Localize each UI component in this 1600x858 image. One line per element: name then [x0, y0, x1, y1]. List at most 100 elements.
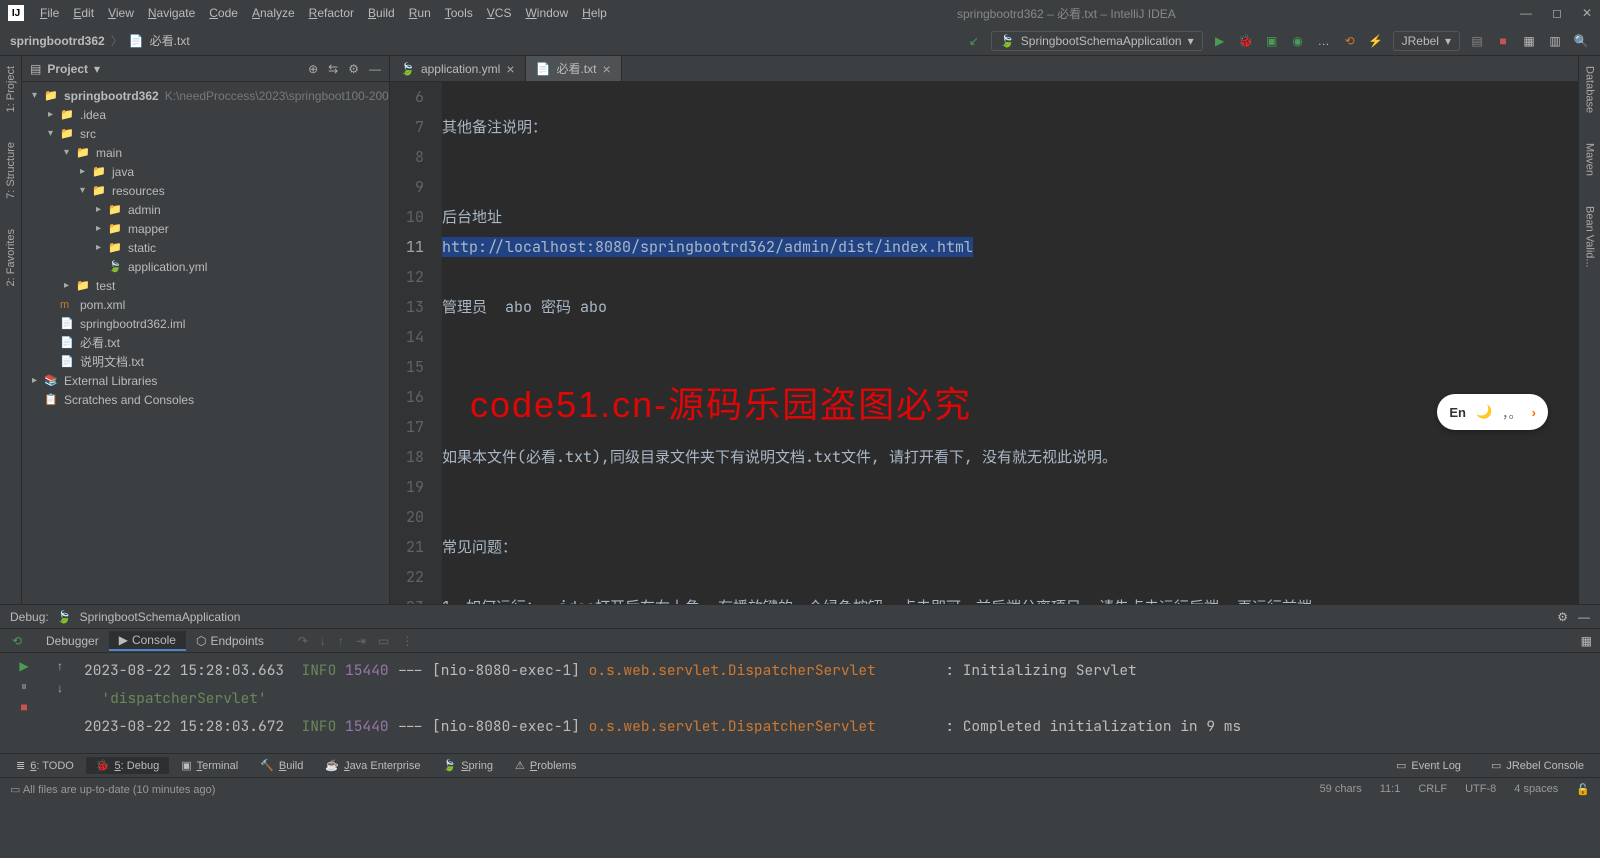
- editor-code[interactable]: 其他备注说明： 后台地址http://localhost:8080/spring…: [442, 82, 1578, 604]
- left-tool-1-project[interactable]: 1: Project: [5, 66, 17, 112]
- tree-static[interactable]: ▸📁static: [26, 238, 389, 257]
- project-tree[interactable]: ▾📁springbootrd362K:\needProccess\2023\sp…: [22, 82, 389, 604]
- breadcrumb-root[interactable]: springbootrd362: [10, 34, 105, 48]
- coverage-icon[interactable]: ▣: [1263, 32, 1281, 50]
- menu-window[interactable]: Window: [519, 4, 574, 22]
- debug-tab-endpoints[interactable]: ⬡Endpoints: [186, 631, 274, 651]
- hide-icon[interactable]: —: [1578, 610, 1590, 624]
- step-into-icon[interactable]: ↓: [320, 634, 326, 648]
- chevron-down-icon[interactable]: ▾: [94, 62, 100, 76]
- resume-icon[interactable]: ▶: [19, 659, 28, 673]
- ime-punct[interactable]: ，。: [1502, 403, 1522, 422]
- menu-view[interactable]: View: [102, 4, 140, 22]
- editor-tab-application-yml[interactable]: 🍃application.yml×: [390, 56, 526, 81]
- tree-resources[interactable]: ▾📁resources: [26, 181, 389, 200]
- down-arrow-icon[interactable]: ↓: [57, 681, 63, 695]
- status-indicator[interactable]: 4 spaces: [1514, 783, 1558, 796]
- tree-test[interactable]: ▸📁test: [26, 276, 389, 295]
- project-structure-icon[interactable]: ▥: [1546, 32, 1564, 50]
- menu-file[interactable]: File: [34, 4, 65, 22]
- moon-icon[interactable]: 🌙: [1476, 404, 1492, 420]
- bottom-tab-jrebel-console[interactable]: ▭JRebel Console: [1481, 757, 1594, 774]
- maximize-icon[interactable]: ◻: [1552, 6, 1562, 20]
- attach-icon[interactable]: …: [1315, 32, 1333, 50]
- bottom-tab-spring[interactable]: 🍃Spring: [433, 757, 504, 774]
- status-indicator[interactable]: 59 chars: [1320, 783, 1362, 796]
- ime-floating-bar[interactable]: En 🌙 ，。 ›: [1437, 394, 1548, 430]
- right-tool-bean-valid-[interactable]: Bean Valid...: [1584, 206, 1596, 268]
- tree-idea[interactable]: ▸📁.idea: [26, 105, 389, 124]
- tree-shuoming[interactable]: 📄说明文档.txt: [26, 352, 389, 371]
- menu-run[interactable]: Run: [403, 4, 437, 22]
- ime-lang[interactable]: En: [1449, 405, 1466, 420]
- tree-src[interactable]: ▾📁src: [26, 124, 389, 143]
- target-icon[interactable]: ⊕: [308, 62, 318, 76]
- menu-vcs[interactable]: VCS: [481, 4, 518, 22]
- tab-close-icon[interactable]: ×: [506, 61, 514, 77]
- step-out-icon[interactable]: ↑: [338, 634, 344, 648]
- jrebel-icon2[interactable]: ▦: [1520, 32, 1538, 50]
- up-arrow-icon[interactable]: ↑: [57, 659, 63, 673]
- menu-navigate[interactable]: Navigate: [142, 4, 201, 22]
- bottom-tab-5-debug[interactable]: 🐞5: Debug: [86, 757, 169, 774]
- bottom-tab-terminal[interactable]: ▣Terminal: [171, 757, 248, 774]
- jrebel-dropdown[interactable]: JRebel ▾: [1393, 31, 1460, 51]
- status-indicator[interactable]: 11:1: [1380, 783, 1401, 796]
- layout-icon[interactable]: ▦: [1581, 634, 1592, 648]
- menu-analyze[interactable]: Analyze: [246, 4, 301, 22]
- bottom-tab-build[interactable]: 🔨Build: [250, 757, 313, 774]
- breadcrumb-file[interactable]: 必看.txt: [150, 32, 190, 49]
- tree-mapper[interactable]: ▸📁mapper: [26, 219, 389, 238]
- tree-pom[interactable]: mpom.xml: [26, 295, 389, 314]
- project-header-label[interactable]: Project: [47, 62, 88, 76]
- bottom-tab-event-log[interactable]: ▭Event Log: [1386, 757, 1471, 774]
- run-to-cursor-icon[interactable]: ⇥: [356, 634, 366, 648]
- jrebel-icon1[interactable]: ▤: [1468, 32, 1486, 50]
- run-config-dropdown[interactable]: 🍃 SpringbootSchemaApplication ▾: [991, 31, 1203, 51]
- tree-admin[interactable]: ▸📁admin: [26, 200, 389, 219]
- collapse-icon[interactable]: ⇆: [328, 62, 338, 76]
- menu-tools[interactable]: Tools: [439, 4, 479, 22]
- tree-main[interactable]: ▾📁main: [26, 143, 389, 162]
- bottom-tab-java-enterprise[interactable]: ☕Java Enterprise: [315, 757, 430, 774]
- left-tool-2-favorites[interactable]: 2: Favorites: [5, 229, 17, 286]
- search-icon[interactable]: 🔍: [1572, 32, 1590, 50]
- jrebel-run-icon[interactable]: ⚡: [1367, 32, 1385, 50]
- ime-arrow-icon[interactable]: ›: [1532, 405, 1536, 420]
- lock-icon[interactable]: 🔓: [1576, 783, 1590, 796]
- gear-icon[interactable]: ⚙: [1557, 610, 1568, 624]
- step-over-icon[interactable]: ↷: [298, 634, 308, 648]
- tree-root[interactable]: ▾📁springbootrd362K:\needProccess\2023\sp…: [26, 86, 389, 105]
- right-tool-database[interactable]: Database: [1584, 66, 1596, 113]
- menu-refactor[interactable]: Refactor: [303, 4, 360, 22]
- menu-code[interactable]: Code: [203, 4, 244, 22]
- bottom-tab-6-todo[interactable]: ≣6: TODO: [6, 757, 84, 774]
- pause-icon[interactable]: ⏸: [21, 679, 27, 694]
- tree-iml[interactable]: 📄springbootrd362.iml: [26, 314, 389, 333]
- hide-icon[interactable]: —: [369, 62, 381, 76]
- more-icon[interactable]: ⋮: [401, 634, 413, 648]
- tree-appyml[interactable]: 🍃application.yml: [26, 257, 389, 276]
- rerun-icon[interactable]: ⟲: [8, 632, 26, 650]
- tab-close-icon[interactable]: ×: [602, 61, 610, 77]
- close-icon[interactable]: ✕: [1582, 6, 1592, 20]
- debug-tab-debugger[interactable]: Debugger: [36, 631, 109, 651]
- stop-icon[interactable]: ■: [1494, 32, 1512, 50]
- tree-scratches[interactable]: 📋Scratches and Consoles: [26, 390, 389, 409]
- gear-icon[interactable]: ⚙: [348, 62, 359, 76]
- debug-tab-console[interactable]: ▶Console: [109, 631, 186, 651]
- status-indicator[interactable]: CRLF: [1418, 783, 1447, 796]
- debug-icon[interactable]: 🐞: [1237, 32, 1255, 50]
- minimize-icon[interactable]: —: [1520, 6, 1532, 20]
- editor-tab--txt[interactable]: 📄必看.txt×: [526, 56, 622, 81]
- right-tool-maven[interactable]: Maven: [1584, 143, 1596, 176]
- tree-java[interactable]: ▸📁java: [26, 162, 389, 181]
- bottom-tab-problems[interactable]: ⚠Problems: [505, 757, 586, 774]
- tree-bikan[interactable]: 📄必看.txt: [26, 333, 389, 352]
- menu-help[interactable]: Help: [576, 4, 613, 22]
- evaluate-icon[interactable]: ▭: [378, 634, 389, 648]
- status-indicator[interactable]: UTF-8: [1465, 783, 1496, 796]
- console-output[interactable]: 2023-08-22 15:28:03.663 INFO 15440 --- […: [72, 653, 1600, 753]
- build-icon[interactable]: ↙: [965, 32, 983, 50]
- left-tool-7-structure[interactable]: 7: Structure: [5, 142, 17, 199]
